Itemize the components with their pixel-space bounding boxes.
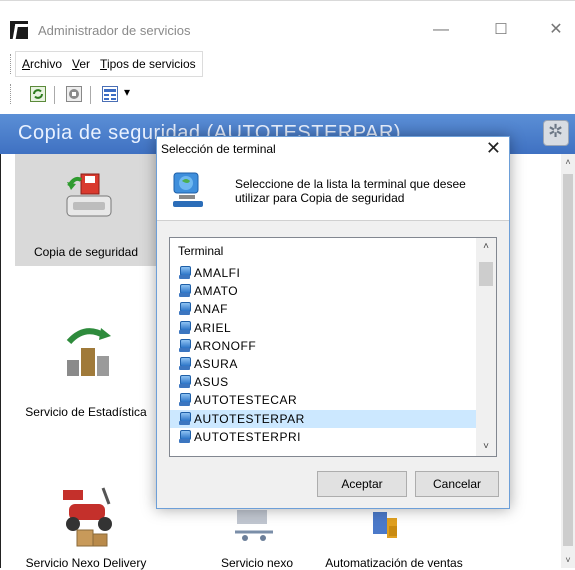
terminal-icon (179, 320, 191, 335)
nexo-service-icon (235, 510, 273, 541)
window-title: Administrador de servicios (38, 23, 191, 38)
list-item[interactable]: ARONOFF (170, 337, 476, 355)
terminal-list-items: AMALFI AMATO ANAF ARIEL ARONOFF ASURA AS… (170, 264, 476, 446)
tile-copia-de-seguridad[interactable]: Copia de seguridad (15, 154, 157, 266)
delivery-scooter-icon (63, 487, 112, 547)
terminal-list[interactable]: Terminal AMALFI AMATO ANAF ARIEL ARONOFF… (169, 237, 497, 457)
menu-ver[interactable]: Ver (72, 57, 90, 71)
menu-tipos-de-servicios[interactable]: Tipos de servicios (100, 57, 196, 71)
terminal-icon (179, 266, 191, 280)
tile-servicio-de-estadistica[interactable]: Servicio de Estadística (15, 304, 157, 424)
list-item[interactable]: AMATO (170, 282, 476, 300)
terminal-icon (179, 429, 191, 444)
dialog-titlebar[interactable]: Selección de terminal ✕ (157, 137, 509, 161)
list-item[interactable]: ASUS (170, 373, 476, 391)
list-scroll-up-icon[interactable]: ˄ (476, 238, 496, 256)
terminal-icon (179, 411, 191, 426)
terminal-selection-dialog: Selección de terminal ✕ Seleccione de la… (156, 136, 510, 509)
tile-label: Servicio de Estadística (25, 405, 147, 419)
scroll-down-icon[interactable]: ˅ (561, 552, 575, 568)
view-mode-icon[interactable] (102, 86, 118, 102)
terminal-icon (179, 356, 191, 371)
dialog-title: Selección de terminal (161, 142, 276, 156)
list-item[interactable]: ANAF (170, 300, 476, 318)
window-titlebar[interactable]: Administrador de servicios — ☐ ✕ (0, 0, 575, 44)
terminal-computer-icon (173, 172, 203, 207)
stop-icon[interactable] (66, 86, 82, 102)
toolbar: ▾ (0, 80, 575, 106)
settings-gear-icon[interactable] (543, 120, 569, 146)
list-item[interactable]: AUTOTESTERPRI (170, 428, 476, 446)
cancel-button[interactable]: Cancelar (415, 471, 499, 497)
scroll-up-icon[interactable]: ˄ (561, 154, 575, 170)
list-item[interactable]: AMALFI (170, 264, 476, 282)
toolbar-separator (54, 86, 55, 104)
list-column-header: Terminal (178, 244, 224, 258)
menu-archivo[interactable]: Archivo (22, 57, 62, 71)
close-button[interactable]: ✕ (545, 19, 567, 41)
main-scrollbar[interactable]: ˄ ˅ (561, 154, 575, 568)
menu-bar: Archivo Ver Tipos de servicios (0, 44, 575, 77)
menu-grip[interactable] (10, 54, 13, 74)
backup-icon (66, 173, 112, 217)
tile-label: Copia de seguridad (33, 245, 139, 259)
tile-servicio-nexo-delivery[interactable]: Servicio Nexo Delivery (15, 470, 157, 570)
dialog-intro: Seleccione de la lista la terminal que d… (157, 161, 509, 221)
dropdown-arrow-icon[interactable]: ▾ (124, 85, 130, 99)
list-item[interactable]: ASURA (170, 355, 476, 373)
list-scrollbar[interactable]: ˄ ˅ (476, 238, 496, 456)
list-scroll-thumb[interactable] (479, 262, 493, 286)
maximize-button[interactable]: ☐ (490, 19, 512, 41)
list-scroll-down-icon[interactable]: ˅ (476, 438, 496, 456)
app-logo-icon (10, 21, 28, 39)
terminal-icon (179, 393, 191, 407)
toolbar-grip[interactable] (10, 84, 13, 104)
list-item-selected[interactable]: AUTOTESTERPAR (170, 409, 476, 428)
refresh-icon[interactable] (30, 86, 46, 102)
scroll-thumb[interactable] (563, 174, 573, 546)
menu-strip: Archivo Ver Tipos de servicios (15, 51, 203, 77)
list-item[interactable]: AUTOTESTECAR (170, 391, 476, 409)
dialog-instructions: Seleccione de la lista la terminal que d… (235, 177, 466, 205)
terminal-icon (179, 302, 191, 316)
terminal-icon (179, 284, 191, 298)
list-item[interactable]: ARIEL (170, 319, 476, 337)
dialog-close-button[interactable]: ✕ (486, 138, 501, 159)
terminal-icon (179, 338, 191, 353)
statistics-service-icon (66, 328, 111, 376)
terminal-icon (179, 375, 191, 389)
minimize-button[interactable]: — (430, 19, 452, 41)
sales-automation-icon (373, 512, 397, 538)
toolbar-separator (90, 86, 91, 104)
accept-button[interactable]: Aceptar (317, 471, 407, 497)
